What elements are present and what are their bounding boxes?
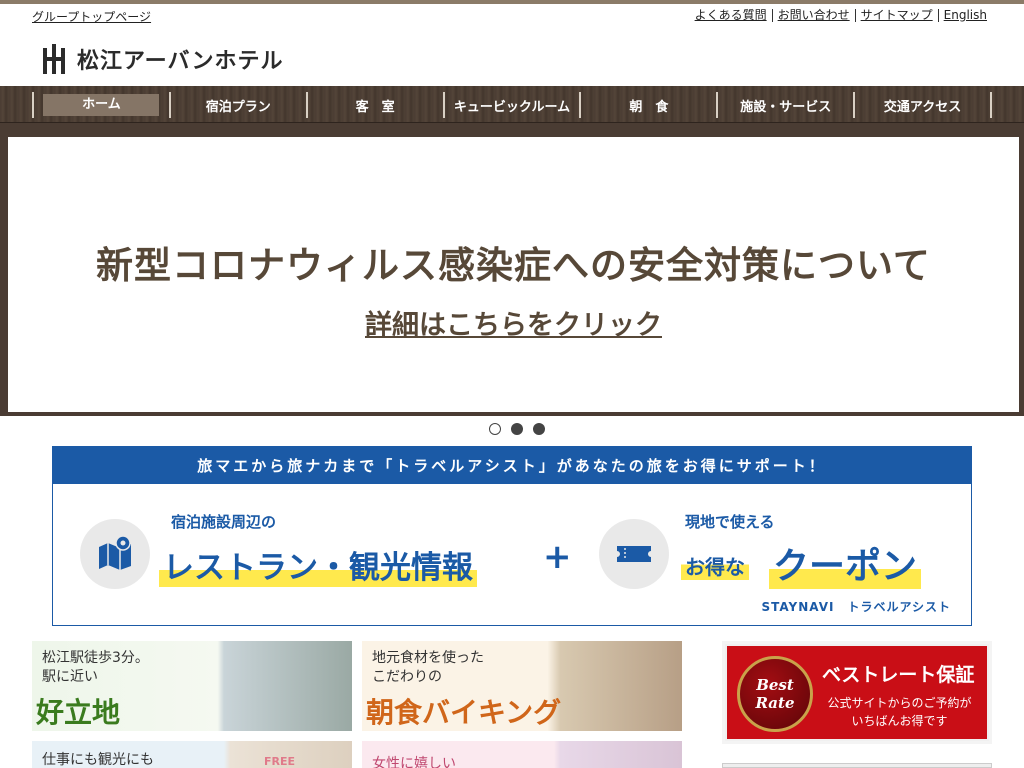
group-top-link[interactable]: グループトップページ <box>32 8 151 25</box>
banner-headline: 旅マエから旅ナカまで「トラベルアシスト」があなたの旅をお得にサポート！ <box>53 447 971 484</box>
hero-title: 新型コロナウィルス感染症への安全対策について <box>96 244 931 287</box>
banner-footer: STAYNAVI トラベルアシスト <box>761 600 951 614</box>
nav-home[interactable]: ホーム <box>32 92 169 118</box>
nav-label: ホーム <box>43 94 160 116</box>
hero-slider: 新型コロナウィルス感染症への安全対策について 詳細はこちらをクリック <box>0 123 1024 416</box>
best-rate-banner[interactable]: Best Rate ベストレート保証 公式サイトからのご予約が いちばんお得です <box>722 641 992 744</box>
utility-links: よくある質問 お問い合わせ サイトマップ English <box>690 8 987 22</box>
hotel-name: 松江アーバンホテル <box>77 49 284 74</box>
ticket-icon <box>599 519 669 589</box>
nav-breakfast[interactable]: 朝 食 <box>579 92 716 118</box>
travel-assist-banner[interactable]: 旅マエから旅ナカまで「トラベルアシスト」があなたの旅をお得にサポート！ 宿泊施設… <box>52 446 972 626</box>
free-badge: FREE <box>264 755 296 768</box>
sitemap-link[interactable]: サイトマップ <box>856 8 938 22</box>
banner-right-prefix: お得な <box>681 539 749 580</box>
slider-dot[interactable] <box>533 423 545 435</box>
best-rate-badge: Best Rate <box>737 656 813 732</box>
slider-dot[interactable] <box>489 423 501 435</box>
nav-rooms[interactable]: 客 室 <box>305 92 443 118</box>
faq-link[interactable]: よくある質問 <box>690 8 772 22</box>
banner-left-small: 宿泊施設周辺の <box>171 513 277 531</box>
nav-label: 宿泊プラン <box>205 99 271 115</box>
nav-label: 交通アクセス <box>883 99 962 115</box>
contact-link[interactable]: お問い合わせ <box>773 8 855 22</box>
global-nav: ホーム 宿泊プラン 客 室 キュービックルーム 朝 食 施設・サービス 交通アク… <box>0 86 1024 123</box>
nav-label: 朝 食 <box>629 99 669 115</box>
nav-cubic-room[interactable]: キュービックルーム <box>442 92 580 118</box>
best-rate-title: ベストレート保証 <box>822 664 975 686</box>
feature-card-location[interactable]: 松江駅徒歩3分。 駅に近い 好立地 <box>32 641 352 731</box>
card-headline: 朝食バイキング <box>366 696 562 729</box>
plus-icon: + <box>543 537 572 577</box>
nav-plans[interactable]: 宿泊プラン <box>168 92 306 118</box>
card-headline: 好立地 <box>36 696 121 729</box>
nav-label: キュービックルーム <box>453 99 571 115</box>
top-accent-line <box>0 0 1024 4</box>
feature-card-ladies[interactable]: 女性に嬉しい <box>362 741 682 768</box>
next-banner-edge <box>722 763 992 768</box>
best-rate-subtitle: 公式サイトからのご予約が いちばんお得です <box>827 696 972 728</box>
hotel-logo[interactable]: 松江アーバンホテル <box>43 43 284 75</box>
nav-facilities[interactable]: 施設・サービス <box>716 92 853 118</box>
card-text: 地元食材を使った こだわりの <box>372 650 484 685</box>
nav-label: 施設・サービス <box>740 99 832 115</box>
feature-card-business[interactable]: 仕事にも観光にも FREE <box>32 741 352 768</box>
nav-access[interactable]: 交通アクセス <box>853 92 993 118</box>
nav-label: 客 室 <box>355 99 395 115</box>
map-icon <box>80 519 150 589</box>
hotel-logo-icon <box>43 44 65 74</box>
card-text: 松江駅徒歩3分。 駅に近い <box>42 650 149 685</box>
hero-detail-link[interactable]: 詳細はこちらをクリック <box>8 303 1019 342</box>
card-text: 女性に嬉しい <box>372 756 456 768</box>
hero-slide[interactable]: 新型コロナウィルス感染症への安全対策について 詳細はこちらをクリック <box>8 137 1019 412</box>
slider-pagination <box>489 423 545 435</box>
banner-left-big: レストラン・観光情報 <box>159 542 477 587</box>
banner-right-small: 現地で使える <box>685 513 775 531</box>
slider-dot[interactable] <box>511 423 523 435</box>
card-text: 仕事にも観光にも <box>42 752 154 768</box>
english-link[interactable]: English <box>939 8 987 22</box>
banner-right-big: クーポン <box>769 537 922 589</box>
feature-card-breakfast[interactable]: 地元食材を使った こだわりの 朝食バイキング <box>362 641 682 731</box>
